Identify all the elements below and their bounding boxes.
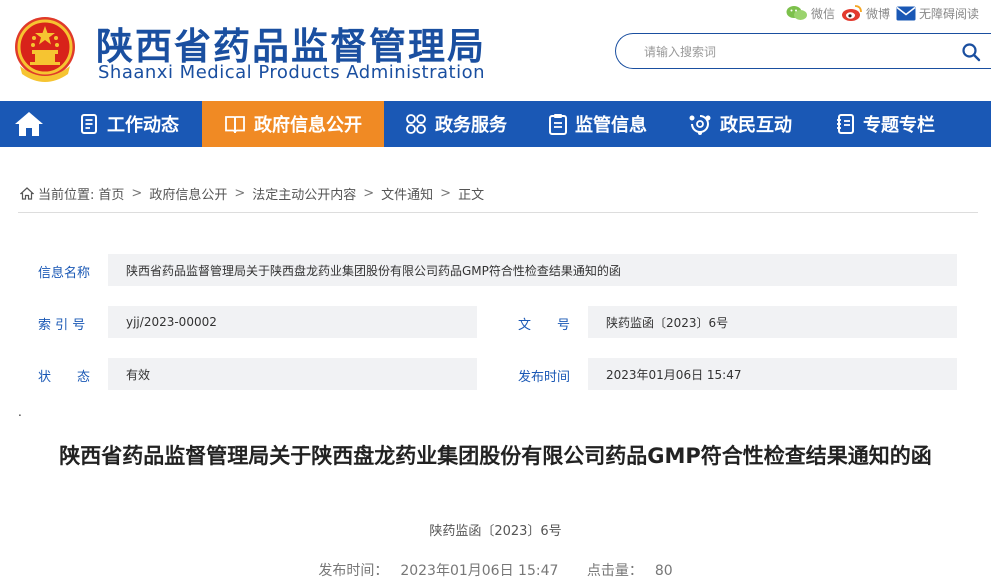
publish-time-label: 发布时间： <box>318 563 389 579</box>
book-icon <box>225 116 245 133</box>
stray-dot: . <box>18 405 22 419</box>
nav-label: 政民互动 <box>720 115 792 136</box>
info-date-value: 2023年01月06日 15:47 <box>588 358 957 390</box>
weibo-link[interactable]: 微博 <box>841 4 890 22</box>
weibo-icon <box>841 5 862 21</box>
breadcrumb-notices[interactable]: 文件通知 <box>381 184 433 203</box>
nav-label: 工作动态 <box>107 115 179 136</box>
wechat-label: 微信 <box>810 6 835 21</box>
breadcrumb-separator: > <box>131 186 143 201</box>
accessibility-label: 无障碍阅读 <box>918 6 979 21</box>
home-outline-icon <box>20 187 34 200</box>
national-emblem-icon <box>15 17 75 82</box>
publish-time-group: 发布时间： 2023年01月06日 15:47 <box>312 563 564 579</box>
nav-label: 监管信息 <box>575 115 647 136</box>
publish-time-value: 2023年01月06日 15:47 <box>400 563 559 579</box>
nav-item-supervision-info[interactable]: 监管信息 <box>528 101 668 147</box>
breadcrumb-separator: > <box>363 186 375 201</box>
info-index-label: 索 引 号 <box>38 318 86 333</box>
nav-item-work-news[interactable]: 工作动态 <box>58 101 202 147</box>
accessibility-link[interactable]: 无障碍阅读 <box>896 5 979 22</box>
hits-label: 点击量： <box>586 563 643 579</box>
site-header: 陕西省药品监督管理局 Shaanxi Medical Products Admi… <box>0 0 991 101</box>
search-box <box>615 33 991 69</box>
nav-item-gov-info-disclosure[interactable]: 政府信息公开 <box>202 101 384 147</box>
mail-icon <box>896 6 916 20</box>
home-icon <box>15 112 43 136</box>
hits-group: 点击量： 80 <box>581 563 679 579</box>
nav-home[interactable] <box>0 101 58 147</box>
wechat-link[interactable]: 微信 <box>786 5 835 22</box>
notebook-icon <box>837 114 854 134</box>
info-status-label: 状 态 <box>38 370 91 385</box>
breadcrumb-gov-info[interactable]: 政府信息公开 <box>149 184 227 203</box>
nav-item-gov-services[interactable]: 政务服务 <box>384 101 528 147</box>
nav-item-special-topics[interactable]: 专题专栏 <box>812 101 960 147</box>
info-index-value: yjj/2023-00002 <box>108 306 477 338</box>
breadcrumb-current: 正文 <box>458 188 485 203</box>
article-title: 陕西省药品监督管理局关于陕西盘龙药业集团股份有限公司药品GMP符合性检查结果通知… <box>59 444 932 468</box>
nav-label: 政府信息公开 <box>254 115 362 136</box>
article-doc-number: 陕药监函〔2023〕6号 <box>429 524 562 539</box>
main-nav: 工作动态 政府信息公开 政务服务 监管信息 政民互动 专题专栏 <box>0 101 991 147</box>
breadcrumb-home[interactable]: 首页 <box>98 184 124 203</box>
grid-flower-icon <box>406 114 426 134</box>
breadcrumb: 当前位置: 首页 > 政府信息公开 > 法定主动公开内容 > 文件通知 > 正文 <box>20 184 484 203</box>
info-name-label: 信息名称 <box>38 266 91 281</box>
hits-value: 80 <box>654 563 673 579</box>
interaction-icon <box>689 115 711 135</box>
search-icon[interactable] <box>961 42 981 62</box>
info-date-label: 发布时间 <box>518 370 571 385</box>
top-links: 微信 微博 无障碍阅读 <box>786 4 979 22</box>
breadcrumb-divider <box>18 212 978 213</box>
breadcrumb-separator: > <box>440 186 452 201</box>
info-status-value: 有效 <box>108 358 477 390</box>
site-subtitle-en: Shaanxi Medical Products Administration <box>98 62 486 83</box>
nav-label: 专题专栏 <box>863 115 935 136</box>
article-meta: 发布时间： 2023年01月06日 15:47 点击量： 80 <box>0 560 991 580</box>
document-list-icon <box>81 114 97 134</box>
weibo-label: 微博 <box>865 6 890 21</box>
breadcrumb-separator: > <box>234 186 246 201</box>
clipboard-icon <box>549 114 567 135</box>
breadcrumb-statutory[interactable]: 法定主动公开内容 <box>252 184 356 203</box>
search-input[interactable] <box>644 43 944 61</box>
breadcrumb-prefix: 当前位置: <box>38 188 95 203</box>
info-docno-label: 文 号 <box>518 318 571 333</box>
wechat-icon <box>786 6 807 20</box>
info-docno-value: 陕药监函〔2023〕6号 <box>588 306 957 338</box>
info-name-value: 陕西省药品监督管理局关于陕西盘龙药业集团股份有限公司药品GMP符合性检查结果通知… <box>108 254 957 286</box>
nav-item-public-interaction[interactable]: 政民互动 <box>668 101 812 147</box>
nav-label: 政务服务 <box>435 115 507 136</box>
